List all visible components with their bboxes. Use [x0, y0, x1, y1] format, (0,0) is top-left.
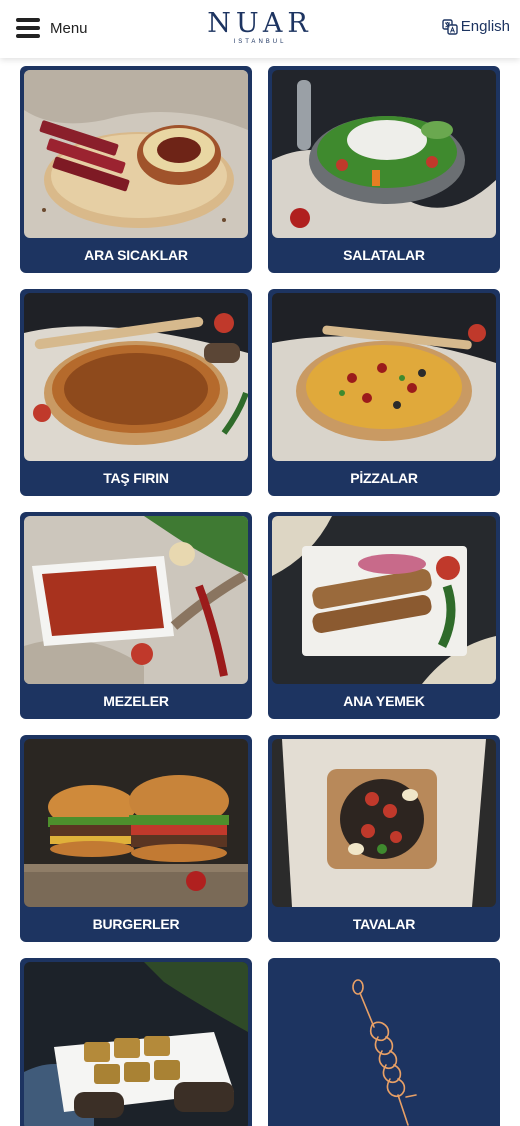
logo-subtext: ISTANBUL: [233, 39, 287, 45]
baklava-photo: [24, 962, 248, 1126]
translate-icon: [442, 18, 458, 35]
skewer-icon: [352, 978, 417, 1126]
brand-card: [268, 958, 500, 1126]
category-card-baklava[interactable]: [20, 958, 252, 1126]
category-label: ANA YEMEK: [343, 693, 425, 709]
category-label: TAŞ FIRIN: [103, 470, 169, 486]
category-card-tavalar[interactable]: TAVALAR: [268, 735, 500, 942]
category-card-mezeler[interactable]: MEZELER: [20, 512, 252, 719]
category-card-burgerler[interactable]: BURGERLER: [20, 735, 252, 942]
burgerler-photo: [24, 739, 248, 907]
language-switcher[interactable]: English: [442, 18, 510, 35]
language-label: English: [460, 18, 510, 35]
category-card-tas-firin[interactable]: TAŞ FIRIN: [20, 289, 252, 496]
salatalar-photo: [272, 70, 496, 238]
pizzalar-photo: [272, 293, 496, 461]
ara-sicaklar-photo: [24, 70, 248, 238]
category-label: ARA SICAKLAR: [84, 247, 188, 263]
tas-firin-photo: [24, 293, 248, 461]
category-card-salatalar[interactable]: SALATALAR: [268, 66, 500, 273]
category-card-ana-yemek[interactable]: ANA YEMEK: [268, 512, 500, 719]
category-label: TAVALAR: [352, 916, 416, 932]
ana-yemek-photo: [272, 516, 496, 684]
category-label: SALATALAR: [343, 247, 425, 263]
top-bar: Menu NUAR ISTANBUL English: [0, 0, 520, 58]
category-card-pizzalar[interactable]: PİZZALAR: [268, 289, 500, 496]
category-label: MEZELER: [103, 693, 169, 709]
category-card-ara-sicaklar[interactable]: ARA SICAKLAR: [20, 66, 252, 273]
category-label: BURGERLER: [92, 916, 180, 932]
tavalar-photo: [272, 739, 496, 907]
category-label: PİZZALAR: [350, 470, 418, 486]
mezeler-photo: [24, 516, 248, 684]
category-grid: ARA SICAKLAR SALATALAR TAŞ FIRIN PİZZALA…: [0, 0, 520, 1126]
